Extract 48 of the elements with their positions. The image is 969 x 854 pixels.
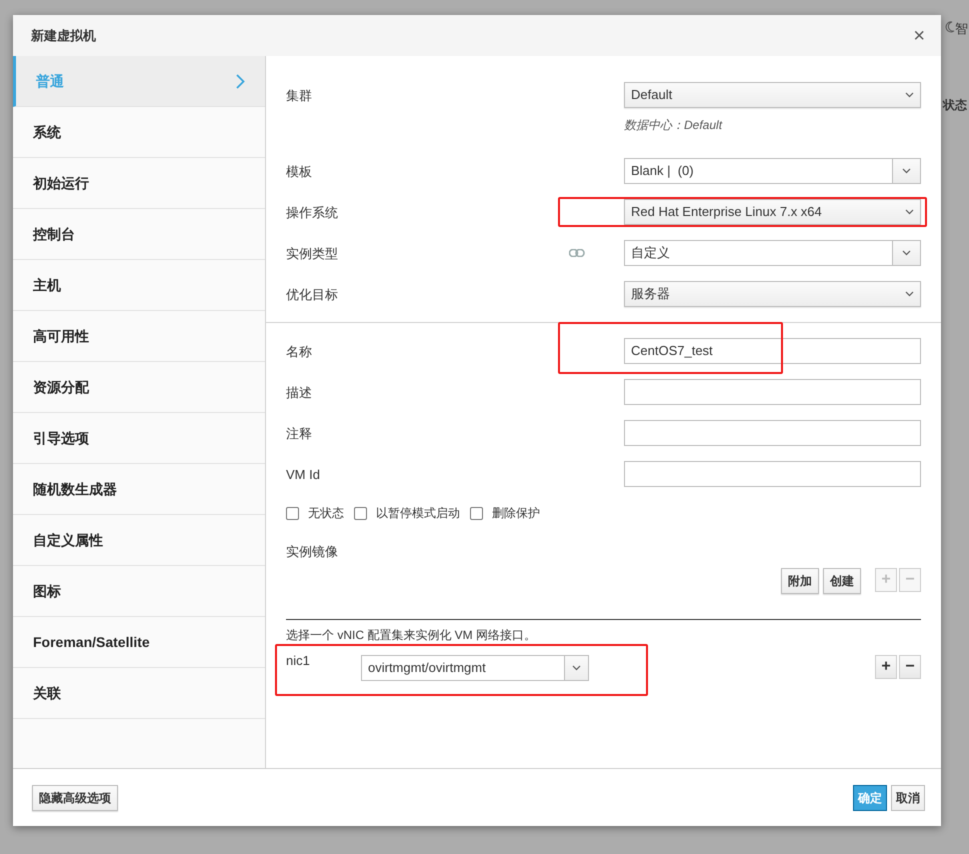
checkbox[interactable] <box>470 506 483 520</box>
caret-icon <box>905 291 914 297</box>
combo-field[interactable]: Blank | (0) <box>624 158 893 184</box>
remove-button[interactable]: − <box>899 654 921 678</box>
field-label: VM Id <box>286 466 320 484</box>
field-label: 优化目标 <box>286 286 338 304</box>
caret-icon <box>902 250 911 256</box>
field-label: 名称 <box>286 343 312 361</box>
field-label: 注释 <box>286 425 312 443</box>
dropdown-button[interactable] <box>893 158 921 184</box>
select-field[interactable]: 服务器 <box>624 281 921 307</box>
text-field[interactable] <box>624 461 921 487</box>
checkbox-label: 以暂停模式启动 <box>376 505 460 522</box>
field-label: 描述 <box>286 384 312 402</box>
checkbox-label: 无状态 <box>308 505 344 522</box>
field-label: 操作系统 <box>286 204 338 222</box>
field-label: 集群 <box>286 87 312 105</box>
instruction-text: 选择一个 vNIC 配置集来实例化 VM 网络接口。 <box>286 626 538 644</box>
checkbox-label: 删除保护 <box>492 505 540 522</box>
caret-icon <box>905 209 914 215</box>
caret-icon <box>572 664 581 670</box>
caret-icon <box>902 168 911 174</box>
dropdown-button[interactable] <box>565 654 589 680</box>
advanced-options-button[interactable]: 隐藏高级选项 <box>32 784 118 810</box>
caret-icon <box>905 92 914 98</box>
combo-field[interactable]: 自定义 <box>624 240 893 266</box>
dropdown-button[interactable] <box>893 240 921 266</box>
profile-field[interactable]: ovirtmgmt/ovirtmgmt <box>361 654 565 680</box>
add-button[interactable]: + <box>875 654 897 678</box>
text-field[interactable] <box>624 379 921 405</box>
background-column-header: 状态 <box>943 97 967 114</box>
field-label: 模板 <box>286 163 312 181</box>
text-field[interactable]: CentOS7_test <box>624 338 921 364</box>
section-label: 实例镜像 <box>286 543 339 561</box>
datacenter-hint: 数据中心：Default <box>624 117 724 134</box>
checkbox[interactable] <box>286 506 299 520</box>
field-label: 实例类型 <box>286 245 338 263</box>
close-button[interactable]: × <box>913 26 925 46</box>
dialog-title: 新建虚拟机 <box>31 26 96 45</box>
checkbox[interactable] <box>354 506 367 520</box>
select-field[interactable]: Default <box>624 82 921 108</box>
chevron-right-icon <box>236 74 245 88</box>
background-text: 智 <box>955 20 968 38</box>
nic-label: nic1 <box>286 652 311 670</box>
select-field[interactable]: Red Hat Enterprise Linux 7.x x64 <box>624 199 921 225</box>
moon-icon <box>945 21 955 33</box>
text-field[interactable] <box>624 420 921 446</box>
cancel-button[interactable]: 取消 <box>891 784 925 810</box>
